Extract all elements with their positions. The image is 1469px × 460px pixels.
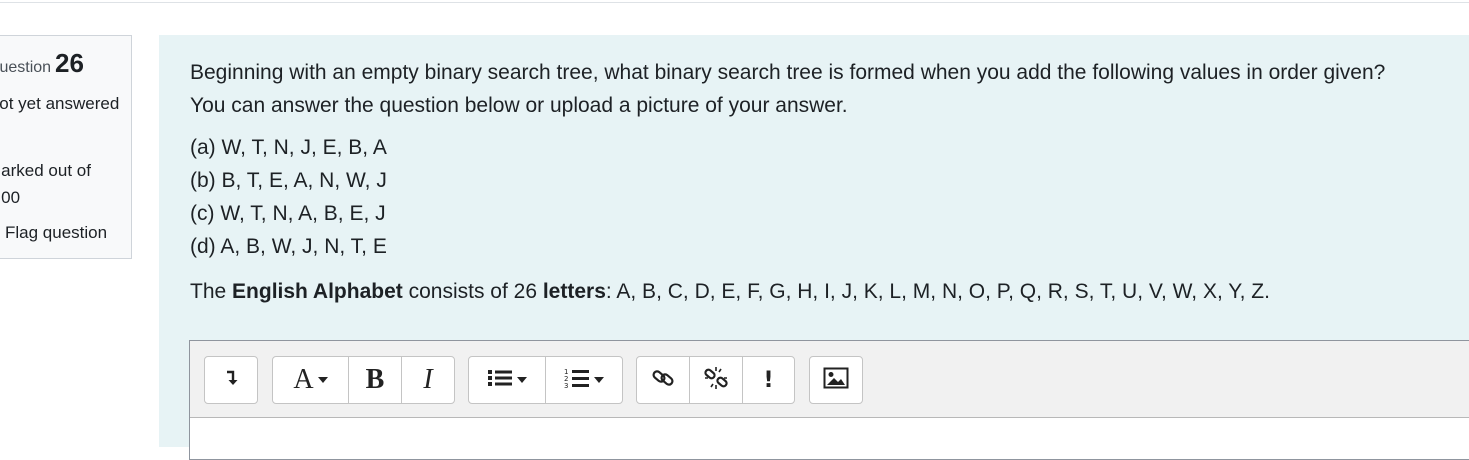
question-content: Beginning with an empty binary search tr…	[159, 35, 1469, 460]
question-instruction: You can answer the question below or upl…	[190, 94, 848, 117]
show-more-button[interactable]	[205, 357, 257, 403]
italic-button[interactable]: I	[402, 357, 454, 403]
ordered-list-icon: 1 2 3	[564, 367, 590, 394]
option-b: (b) B, T, E, A, N, W, J	[190, 169, 387, 192]
question-number-value: 26	[55, 48, 84, 78]
question-label: Question	[0, 59, 52, 76]
note-term2: letters	[542, 280, 606, 303]
flag-question-link[interactable]: Flag question	[0, 223, 107, 243]
bold-label: B	[365, 364, 385, 395]
unordered-list-button[interactable]	[469, 357, 546, 403]
emoji-button[interactable]: !	[743, 357, 794, 403]
question-info-panel: Question26 Not yet answered Marked out o…	[0, 35, 132, 259]
option-c: (c) W, T, N, A, B, E, J	[190, 202, 386, 225]
question-text: Beginning with an empty binary search tr…	[190, 56, 1469, 122]
question-prompt: Beginning with an empty binary search tr…	[190, 61, 1386, 84]
alphabet-note: The English Alphabet consists of 26 lett…	[190, 275, 1270, 308]
editor-text-area[interactable]	[190, 418, 1469, 460]
unlink-icon	[704, 366, 728, 395]
flag-question-label: Flag question	[5, 223, 108, 242]
svg-text:3: 3	[564, 382, 568, 389]
chevron-down-icon	[517, 377, 527, 383]
unordered-list-icon	[487, 368, 513, 393]
question-state: Not yet answered	[0, 94, 120, 113]
show-more-icon	[224, 369, 238, 392]
answer-editor[interactable]: A B I 1 2 3 !	[189, 340, 1469, 460]
font-style-label: A	[293, 364, 314, 395]
answer-options-list: (a) W, T, N, J, E, B, A (b) B, T, E, A, …	[190, 131, 387, 263]
font-style-button[interactable]: A	[273, 357, 349, 403]
toolbar-group-lists: 1 2 3	[468, 356, 623, 404]
italic-label: I	[423, 364, 433, 395]
option-d: (d) A, B, W, J, N, T, E	[190, 235, 387, 258]
bold-button[interactable]: B	[349, 357, 402, 403]
chevron-down-icon	[317, 377, 328, 383]
note-prefix: The	[190, 280, 233, 303]
chevron-down-icon	[594, 377, 604, 383]
editor-toolbar: A B I 1 2 3 !	[190, 341, 1469, 418]
toolbar-group-style: A B I	[272, 356, 455, 404]
option-a: (a) W, T, N, J, E, B, A	[190, 136, 387, 159]
link-button[interactable]	[637, 357, 690, 403]
insert-image-button[interactable]	[810, 357, 862, 403]
toolbar-group-more	[204, 356, 258, 404]
toolbar-group-media	[809, 356, 863, 404]
ordered-list-button[interactable]: 1 2 3	[546, 357, 622, 403]
link-icon	[651, 366, 675, 395]
question-grade: Marked out of 1.00	[0, 161, 91, 207]
emoji-label: !	[763, 367, 774, 393]
note-term: English Alphabet	[232, 280, 403, 303]
unlink-button[interactable]	[690, 357, 743, 403]
note-suffix: : A, B, C, D, E, F, G, H, I, J, K, L, M,…	[605, 280, 1270, 303]
toolbar-group-links: !	[636, 356, 795, 404]
top-divider	[0, 2, 1469, 3]
image-icon	[823, 367, 849, 394]
note-middle: consists of 26	[402, 280, 543, 303]
question-number: Question26	[0, 48, 84, 79]
